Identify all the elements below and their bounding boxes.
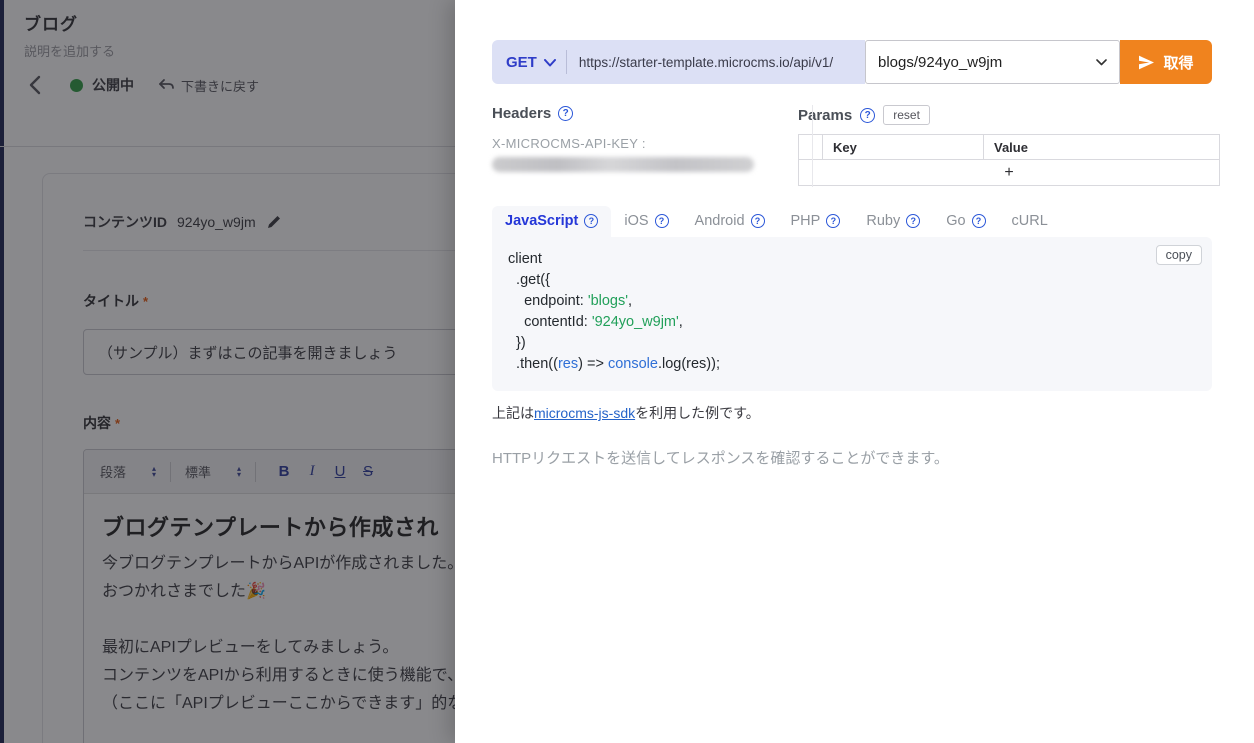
note-suffix: を利用した例です。: [635, 405, 760, 421]
code-text: ,: [628, 293, 632, 309]
api-preview-modal: GET https://starter-template.microcms.io…: [455, 0, 1254, 743]
add-param-row: +: [799, 160, 1220, 186]
endpoint-value: blogs/924yo_w9jm: [878, 54, 1002, 71]
code-string: '924yo_w9jm': [592, 314, 679, 330]
language-tabs: JavaScript ? iOS ? Android ? PHP ? Ruby …: [492, 206, 1212, 237]
sdk-note: 上記はmicrocms-js-sdkを利用した例です。: [492, 403, 1254, 423]
params-section: Params ? reset Key Value +: [798, 105, 1220, 186]
param-value-column: Value: [984, 135, 1220, 160]
code-identifier: console: [608, 356, 658, 372]
code-text: client: [508, 251, 542, 267]
note-prefix: 上記は: [492, 405, 534, 421]
tab-label: Android: [695, 213, 745, 229]
tab-curl[interactable]: cURL: [999, 206, 1061, 237]
code-text: endpoint:: [508, 293, 588, 309]
tab-label: PHP: [791, 213, 821, 229]
code-identifier: res: [558, 356, 578, 372]
code-line: }): [508, 333, 1196, 354]
headers-params-row: Headers ? X-MICROCMS-API-KEY : Params ? …: [492, 105, 1212, 186]
reset-params-button[interactable]: reset: [883, 105, 930, 125]
sdk-link[interactable]: microcms-js-sdk: [534, 405, 635, 421]
chevron-down-icon[interactable]: [544, 59, 556, 67]
fetch-label: 取得: [1163, 52, 1193, 73]
help-icon[interactable]: ?: [558, 106, 573, 121]
param-key-column: Key: [823, 135, 984, 160]
code-text: .log(res));: [658, 356, 720, 372]
column-divider: [812, 105, 813, 187]
help-icon[interactable]: ?: [584, 214, 598, 228]
param-check-column: [799, 135, 823, 160]
code-line: contentId: '924yo_w9jm',: [508, 312, 1196, 333]
help-icon[interactable]: ?: [906, 214, 920, 228]
tab-ruby[interactable]: Ruby ?: [853, 206, 933, 237]
headers-section: Headers ? X-MICROCMS-API-KEY :: [492, 105, 754, 186]
tab-label: iOS: [624, 213, 648, 229]
tab-label: Go: [946, 213, 965, 229]
code-text: ,: [679, 314, 683, 330]
tab-php[interactable]: PHP ?: [778, 206, 854, 237]
fetch-button[interactable]: 取得: [1120, 40, 1212, 84]
tab-label: Ruby: [866, 213, 900, 229]
tab-javascript[interactable]: JavaScript ?: [492, 206, 611, 237]
code-line: endpoint: 'blogs',: [508, 291, 1196, 312]
code-text: .get({: [508, 272, 550, 288]
code-line: .then((res) => console.log(res));: [508, 354, 1196, 375]
chevron-down-icon: [1096, 59, 1107, 66]
params-header-row: Key Value: [799, 135, 1220, 160]
method-url-segment: GET https://starter-template.microcms.io…: [492, 40, 865, 84]
code-sample-block: copy client .get({ endpoint: 'blogs', co…: [492, 237, 1212, 391]
http-method-select[interactable]: GET: [506, 54, 537, 71]
code-line: client: [508, 249, 1196, 270]
code-text: contentId:: [508, 314, 592, 330]
params-title: Params: [798, 107, 852, 124]
help-icon[interactable]: ?: [751, 214, 765, 228]
base-url-text: https://starter-template.microcms.io/api…: [567, 55, 833, 70]
endpoint-select[interactable]: blogs/924yo_w9jm: [865, 40, 1120, 84]
code-text: }): [508, 335, 526, 351]
help-icon[interactable]: ?: [972, 214, 986, 228]
api-key-value-redacted: [492, 157, 754, 172]
code-string: 'blogs': [588, 293, 628, 309]
copy-button[interactable]: copy: [1156, 245, 1202, 265]
tab-label: JavaScript: [505, 213, 578, 229]
code-text: .then((: [508, 356, 558, 372]
send-icon: [1138, 55, 1155, 70]
help-icon[interactable]: ?: [826, 214, 840, 228]
screen: ブログ 説明を追加する 公開中 下書きに戻す コンテンツID 924yo_w9j…: [0, 0, 1254, 743]
tab-go[interactable]: Go ?: [933, 206, 998, 237]
help-icon[interactable]: ?: [655, 214, 669, 228]
code-line: .get({: [508, 270, 1196, 291]
help-icon[interactable]: ?: [860, 108, 875, 123]
tab-label: cURL: [1012, 213, 1048, 229]
tab-ios[interactable]: iOS ?: [611, 206, 681, 237]
preview-description: HTTPリクエストを送信してレスポンスを確認することができます。: [492, 447, 1254, 468]
api-key-label: X-MICROCMS-API-KEY :: [492, 136, 754, 151]
params-table: Key Value +: [798, 134, 1220, 186]
code-text: ) =>: [578, 356, 608, 372]
request-bar: GET https://starter-template.microcms.io…: [492, 40, 1212, 84]
headers-title: Headers: [492, 105, 551, 122]
tab-android[interactable]: Android ?: [682, 206, 778, 237]
add-param-button[interactable]: +: [799, 160, 1220, 186]
